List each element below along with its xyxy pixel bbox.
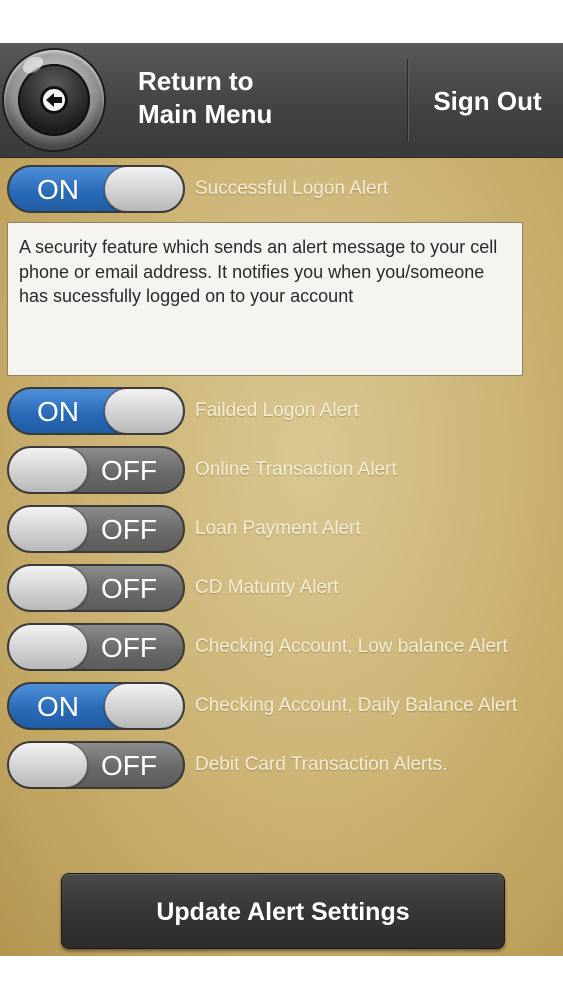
- alert-label: Checking Account, Daily Balance Alert: [195, 695, 518, 716]
- alert-description-box: A security feature which sends an alert …: [7, 222, 523, 376]
- back-arrow-icon: [46, 93, 62, 107]
- alert-label: Loan Payment Alert: [195, 518, 361, 539]
- alert-label: Successful Logon Alert: [195, 178, 389, 199]
- alert-row: ON Checking Account, Daily Balance Alert: [7, 682, 563, 730]
- toggle-state-text: OFF: [101, 632, 157, 663]
- update-alert-settings-button[interactable]: Update Alert Settings: [61, 873, 505, 949]
- alert-toggle[interactable]: OFF: [7, 446, 185, 494]
- header-divider: [407, 59, 409, 141]
- toggle-knob[interactable]: [104, 389, 183, 433]
- toggle-knob[interactable]: [9, 566, 88, 610]
- toggle-knob[interactable]: [9, 448, 88, 492]
- toggle-knob[interactable]: [9, 625, 88, 669]
- toggle-state-text: OFF: [101, 573, 157, 604]
- sign-out-button[interactable]: Sign Out: [412, 83, 563, 119]
- toggle-state-text: OFF: [101, 455, 157, 486]
- alert-label: Debit Card Transaction Alerts.: [195, 754, 448, 775]
- alert-row: OFF Checking Account, Low balance Alert: [7, 623, 563, 671]
- alert-row: OFF Loan Payment Alert: [7, 505, 563, 553]
- toggle-state-text: OFF: [101, 514, 157, 545]
- return-to-main-menu-link[interactable]: Return to Main Menu: [138, 65, 378, 131]
- alert-toggle[interactable]: OFF: [7, 623, 185, 671]
- toggle-state-text: ON: [37, 691, 79, 722]
- toggle-state-text: OFF: [101, 750, 157, 781]
- alert-row: ON Successful Logon Alert: [7, 165, 563, 213]
- back-button[interactable]: [4, 50, 104, 150]
- alert-row: OFF Online Transaction Alert: [7, 446, 563, 494]
- alert-toggle[interactable]: OFF: [7, 505, 185, 553]
- toggle-knob[interactable]: [104, 684, 183, 728]
- alert-toggle[interactable]: ON: [7, 682, 185, 730]
- alert-row: OFF CD Maturity Alert: [7, 564, 563, 612]
- alert-toggle[interactable]: OFF: [7, 741, 185, 789]
- alert-label: Checking Account, Low balance Alert: [195, 636, 508, 657]
- header-bar: Return to Main Menu Sign Out: [0, 43, 563, 158]
- return-line-1: Return to: [138, 66, 254, 96]
- alert-toggle[interactable]: ON: [7, 165, 185, 213]
- return-line-2: Main Menu: [138, 99, 273, 129]
- alert-settings-screen: Return to Main Menu Sign Out ON Successfu…: [0, 43, 563, 956]
- toggle-state-text: ON: [37, 396, 79, 427]
- toggle-knob[interactable]: [104, 167, 183, 211]
- alert-label: CD Maturity Alert: [195, 577, 339, 598]
- alert-toggle[interactable]: OFF: [7, 564, 185, 612]
- alert-row: ON Failded Logon Alert: [7, 387, 563, 435]
- alert-row: OFF Debit Card Transaction Alerts.: [7, 741, 563, 789]
- toggle-knob[interactable]: [9, 743, 88, 787]
- toggle-state-text: ON: [37, 174, 79, 205]
- back-button-inner: [18, 64, 90, 136]
- alert-toggle[interactable]: ON: [7, 387, 185, 435]
- toggle-knob[interactable]: [9, 507, 88, 551]
- alert-label: Online Transaction Alert: [195, 459, 397, 480]
- alert-label: Failded Logon Alert: [195, 400, 359, 421]
